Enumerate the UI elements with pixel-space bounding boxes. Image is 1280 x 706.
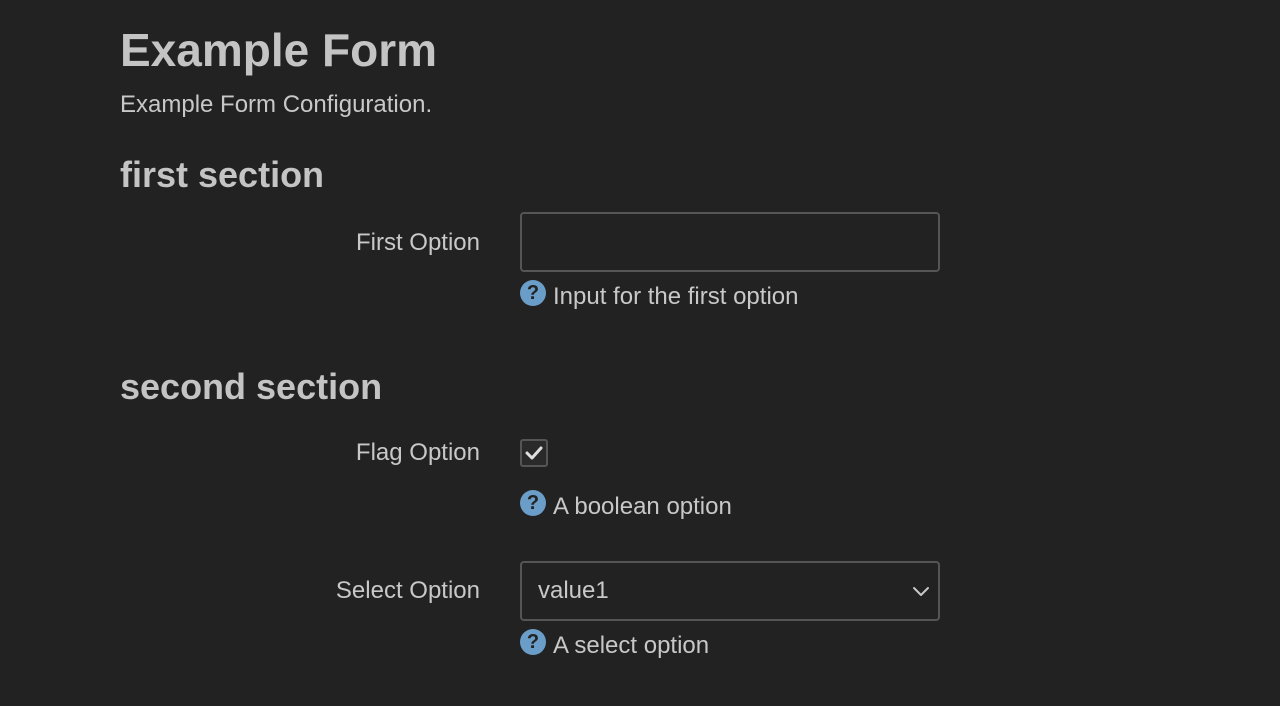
select-option-dropdown[interactable]: value1 <box>520 561 940 621</box>
help-text: A boolean option <box>553 493 732 520</box>
first-option-input[interactable] <box>520 212 940 272</box>
help-text: Input for the first option <box>553 283 799 310</box>
page-description: Example Form Configuration. <box>120 91 433 118</box>
first-option-help: ? Input for the first option <box>520 280 799 312</box>
flag-option-label: Flag Option <box>355 439 480 466</box>
help-text: A select option <box>553 632 710 659</box>
question-circle-icon[interactable]: ? <box>520 490 546 516</box>
section-title: second section <box>120 366 383 407</box>
select-value: value1 <box>538 577 609 604</box>
question-circle-icon[interactable]: ? <box>520 280 546 306</box>
flag-option-checkbox[interactable] <box>520 439 548 467</box>
select-option-label: Select Option <box>335 577 480 604</box>
section-title: first section <box>120 154 325 195</box>
checkmark-icon <box>525 446 543 460</box>
select-option-help: ? A select option <box>520 629 710 661</box>
first-option-label: First Option <box>355 229 480 256</box>
chevron-down-icon <box>913 587 929 596</box>
question-circle-icon[interactable]: ? <box>520 629 546 655</box>
page-title: Example Form <box>120 24 437 76</box>
flag-option-help: ? A boolean option <box>520 490 732 522</box>
